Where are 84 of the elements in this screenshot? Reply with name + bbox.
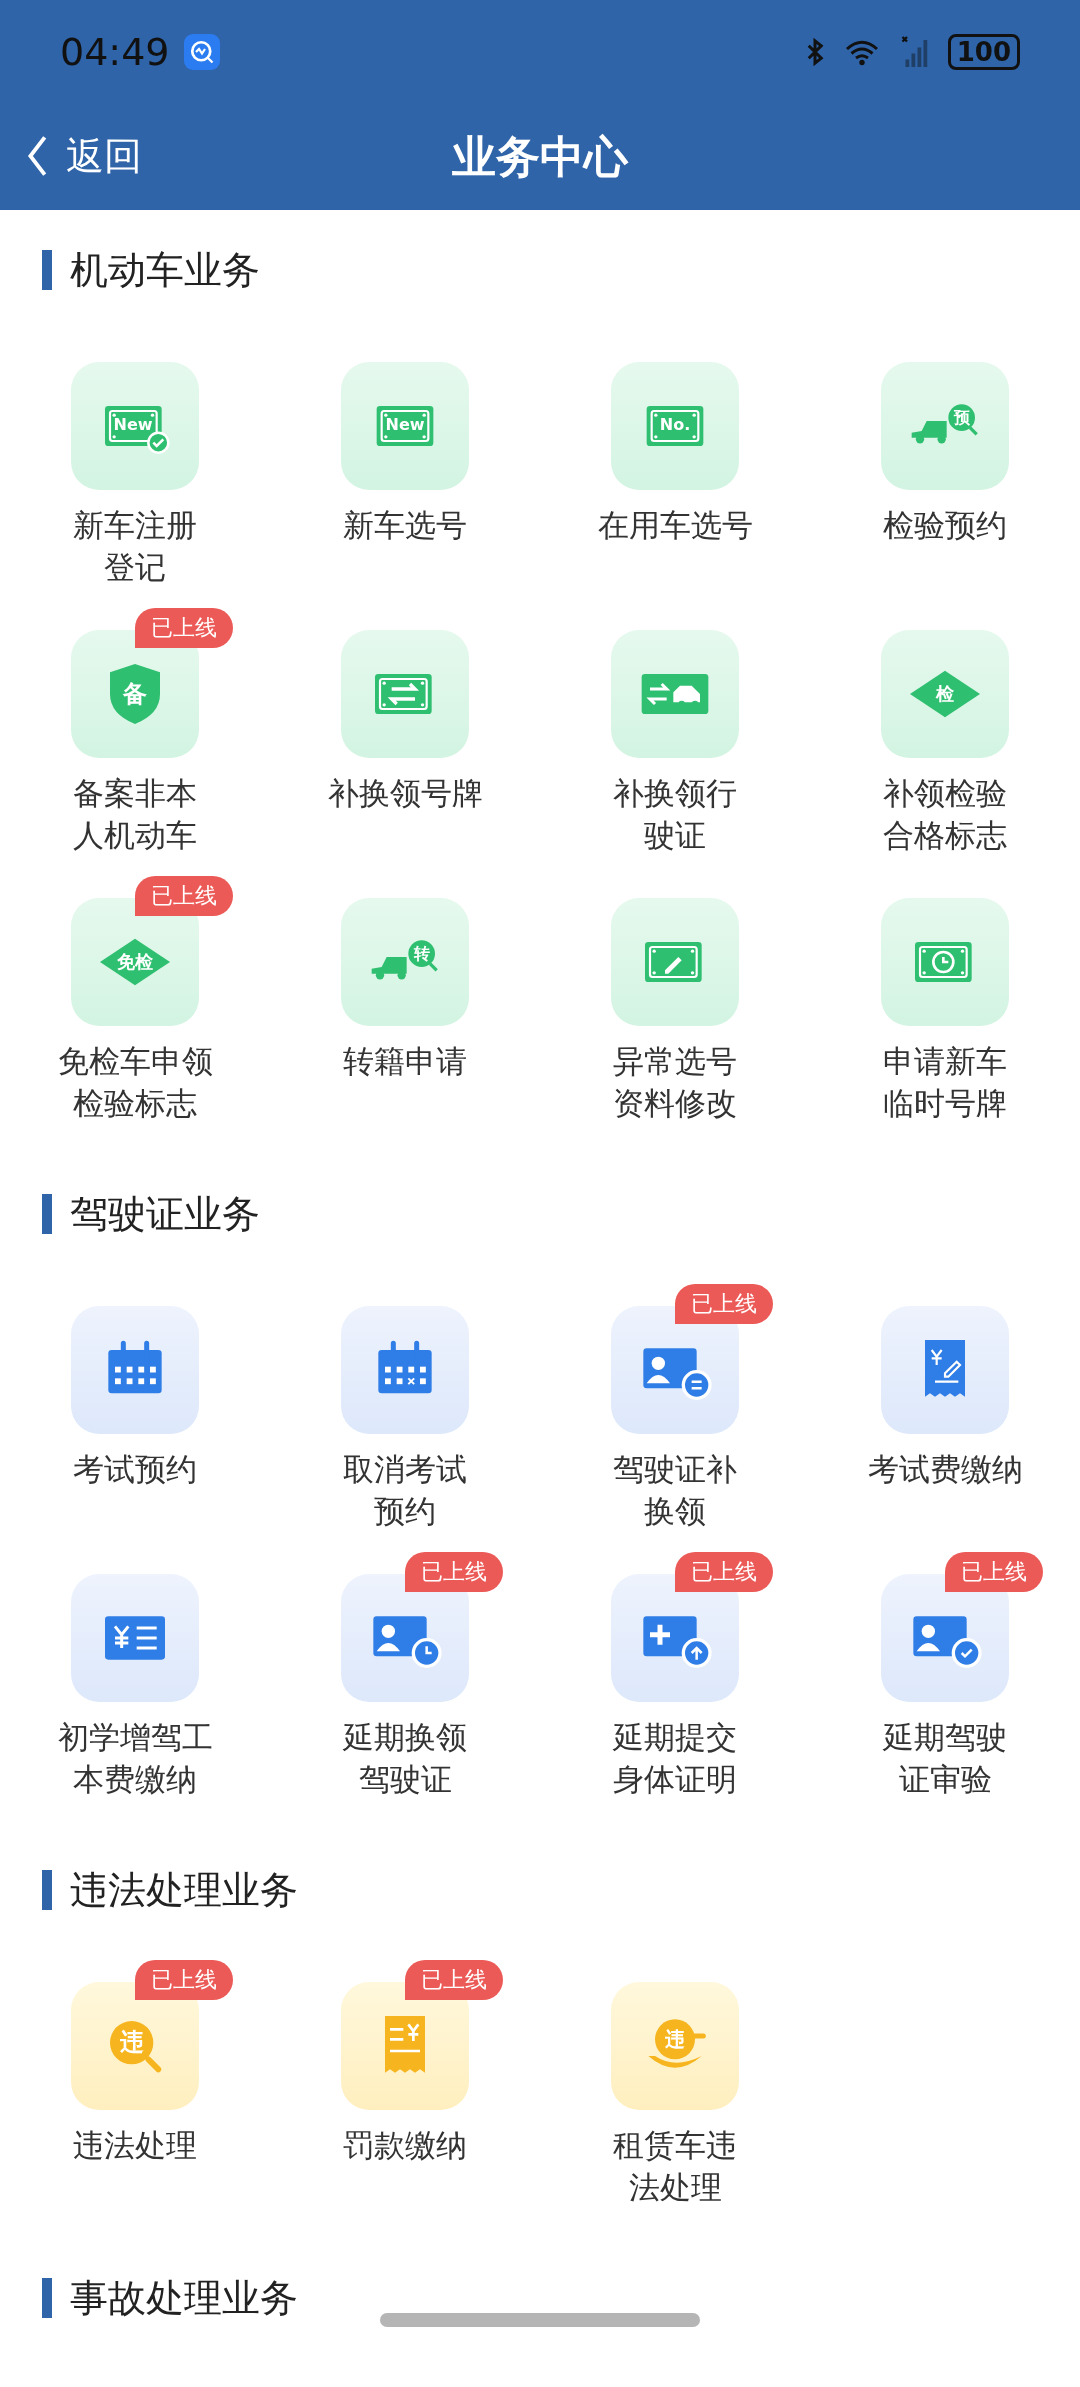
service-tile[interactable] — [881, 630, 1009, 758]
service-tile[interactable] — [341, 898, 469, 1026]
service-label[interactable]: 检验标志 — [73, 1082, 197, 1124]
service-label[interactable]: 本费缴纳 — [73, 1758, 197, 1800]
service-label[interactable]: 罚款缴纳 — [343, 2124, 467, 2166]
online-badge: 已上线 — [675, 1284, 773, 1324]
service-label[interactable]: 证审验 — [898, 1758, 992, 1800]
service-label[interactable]: 转籍申请 — [343, 1040, 467, 1082]
online-badge: 已上线 — [405, 1552, 503, 1592]
icon-label: No. — [658, 417, 692, 433]
battery-indicator: 100 — [947, 34, 1020, 70]
section-marker — [42, 250, 52, 290]
service-label[interactable]: 补领检验 — [883, 772, 1007, 814]
service-label[interactable]: 合格标志 — [883, 814, 1007, 856]
online-badge: 已上线 — [135, 608, 233, 648]
service-label[interactable]: 临时号牌 — [883, 1082, 1007, 1124]
icon-label: 违 — [119, 2030, 145, 2054]
service-tile[interactable] — [881, 1306, 1009, 1434]
icon-label: 备 — [122, 682, 148, 706]
service-tile[interactable] — [881, 362, 1009, 490]
service-label[interactable]: 新车选号 — [343, 504, 467, 546]
notification-icon — [183, 34, 220, 70]
service-label[interactable]: 补换领号牌 — [327, 772, 483, 814]
service-label[interactable]: 取消考试 — [343, 1448, 467, 1490]
service-label[interactable]: 异常选号 — [613, 1040, 737, 1082]
service-tile[interactable] — [611, 898, 739, 1026]
status-time: 04:49 — [60, 28, 170, 76]
service-label[interactable]: 延期驾驶 — [883, 1716, 1007, 1758]
service-tile[interactable] — [71, 362, 199, 490]
service-label[interactable]: 检验预约 — [883, 504, 1007, 546]
back-button[interactable]: 返回 — [26, 126, 142, 186]
service-tile[interactable] — [71, 1574, 199, 1702]
icon-label: New — [384, 417, 426, 433]
icon-label: 转 — [413, 946, 431, 962]
section-title: 违法处理业务 — [70, 1866, 298, 1914]
section-marker — [42, 2278, 52, 2318]
service-tile[interactable] — [881, 898, 1009, 1026]
icon-label: New — [112, 417, 154, 433]
service-tile[interactable] — [341, 362, 469, 490]
back-icon — [26, 134, 48, 178]
icon-label: 免检 — [116, 953, 154, 971]
service-label[interactable]: 登记 — [104, 546, 166, 588]
online-badge: 已上线 — [135, 1960, 233, 2000]
service-label[interactable]: 身体证明 — [613, 1758, 737, 1800]
section-title: 机动车业务 — [70, 246, 260, 294]
service-tile[interactable] — [611, 630, 739, 758]
service-label[interactable]: 在用车选号 — [597, 504, 753, 546]
section-title: 事故处理业务 — [70, 2274, 298, 2322]
service-tile[interactable] — [611, 1982, 739, 2110]
service-label[interactable]: 延期提交 — [613, 1716, 737, 1758]
service-label[interactable]: 考试费缴纳 — [867, 1448, 1023, 1490]
service-tile[interactable] — [611, 362, 739, 490]
icon-label: 违 — [664, 2029, 686, 2049]
icon-label: 检 — [934, 685, 955, 703]
service-label[interactable]: 考试预约 — [73, 1448, 197, 1490]
service-tile[interactable] — [341, 1306, 469, 1434]
online-badge: 已上线 — [135, 876, 233, 916]
service-label[interactable]: 免检车申领 — [57, 1040, 213, 1082]
section-marker — [42, 1194, 52, 1234]
service-label[interactable]: 申请新车 — [883, 1040, 1007, 1082]
service-label[interactable]: 人机动车 — [73, 814, 197, 856]
service-label[interactable]: 预约 — [374, 1490, 436, 1532]
service-label[interactable]: 违法处理 — [73, 2124, 197, 2166]
online-badge: 已上线 — [405, 1960, 503, 2000]
section-title: 驾驶证业务 — [70, 1190, 260, 1238]
service-label[interactable]: 补换领行 — [613, 772, 737, 814]
service-label[interactable]: 驾驶证 — [358, 1758, 452, 1800]
service-label[interactable]: 租赁车违 — [613, 2124, 737, 2166]
service-label[interactable]: 驶证 — [644, 814, 706, 856]
page-title: 业务中心 — [452, 130, 628, 184]
service-label[interactable]: 备案非本 — [73, 772, 197, 814]
service-label[interactable]: 初学增驾工 — [57, 1716, 213, 1758]
icon-label: 预 — [952, 410, 971, 426]
service-label[interactable]: 新车注册 — [73, 504, 197, 546]
service-tile[interactable] — [71, 1306, 199, 1434]
service-label[interactable]: 资料修改 — [613, 1082, 737, 1124]
online-badge: 已上线 — [945, 1552, 1043, 1592]
service-label[interactable]: 延期换领 — [343, 1716, 467, 1758]
online-badge: 已上线 — [675, 1552, 773, 1592]
service-tile[interactable] — [341, 630, 469, 758]
service-label[interactable]: 驾驶证补 — [613, 1448, 737, 1490]
service-label[interactable]: 换领 — [644, 1490, 706, 1532]
service-label[interactable]: 法处理 — [628, 2166, 722, 2208]
section-marker — [42, 1870, 52, 1910]
